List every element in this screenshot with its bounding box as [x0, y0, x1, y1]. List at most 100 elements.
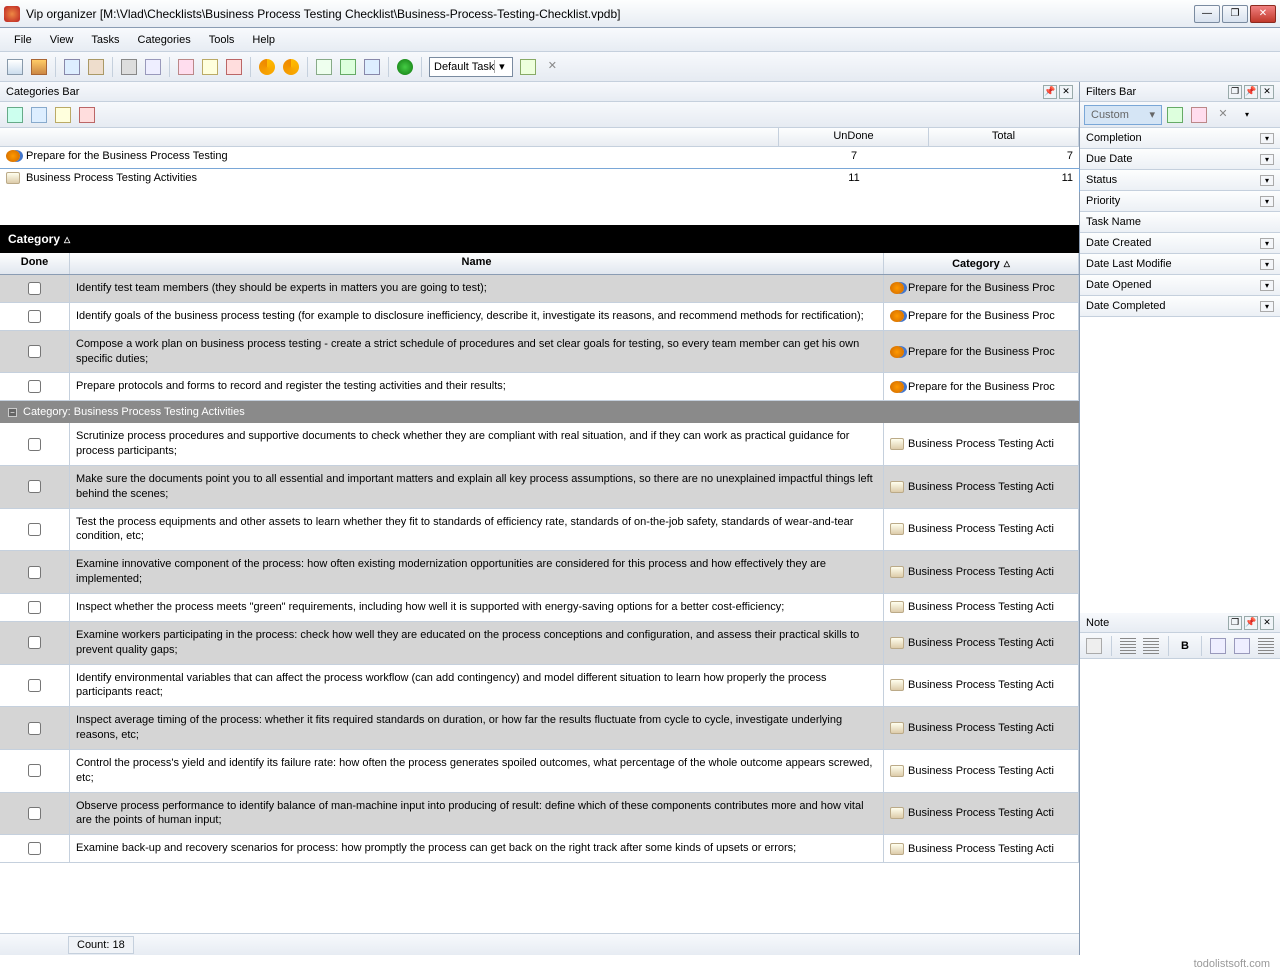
close-panel-icon[interactable]: ✕ — [1260, 616, 1274, 630]
done-checkbox[interactable] — [28, 310, 41, 323]
task-row[interactable]: Inspect whether the process meets "green… — [0, 594, 1079, 622]
clear-filter-icon[interactable] — [1188, 104, 1210, 126]
print-icon[interactable] — [118, 56, 140, 78]
indent-icon[interactable] — [1232, 635, 1253, 657]
remove-icon[interactable]: ✕ — [541, 56, 563, 78]
done-checkbox[interactable] — [28, 842, 41, 855]
done-checkbox[interactable] — [28, 282, 41, 295]
paste-icon[interactable] — [85, 56, 107, 78]
filter-item[interactable]: Status▾ — [1080, 170, 1280, 191]
th-done[interactable]: Done — [0, 253, 70, 274]
close-panel-icon[interactable]: ✕ — [1260, 85, 1274, 99]
category-row[interactable]: Prepare for the Business Process Testing… — [0, 147, 1079, 169]
close-panel-icon[interactable]: ✕ — [1059, 85, 1073, 99]
mail-icon[interactable] — [313, 56, 335, 78]
undo-icon[interactable] — [256, 56, 278, 78]
close-button[interactable]: ✕ — [1250, 5, 1276, 23]
delete-icon[interactable] — [223, 56, 245, 78]
copy-icon[interactable] — [61, 56, 83, 78]
menu-tools[interactable]: Tools — [201, 31, 243, 49]
align-center-icon[interactable] — [1141, 635, 1162, 657]
preview-icon[interactable] — [142, 56, 164, 78]
task-row[interactable]: Scrutinize process procedures and suppor… — [0, 423, 1079, 466]
cut-icon[interactable] — [175, 56, 197, 78]
task-row[interactable]: Observe process performance to identify … — [0, 793, 1079, 836]
done-checkbox[interactable] — [28, 438, 41, 451]
chevron-down-icon[interactable]: ▾ — [1260, 133, 1274, 144]
done-checkbox[interactable] — [28, 345, 41, 358]
task-row[interactable]: Inspect average timing of the process: w… — [0, 707, 1079, 750]
apply-filter-icon[interactable] — [1164, 104, 1186, 126]
task-row[interactable]: Identify goals of the business process t… — [0, 303, 1079, 331]
col-name[interactable] — [0, 128, 779, 146]
chevron-down-icon[interactable]: ▾ — [1260, 154, 1274, 165]
splitter[interactable] — [0, 185, 1079, 225]
note-body[interactable] — [1080, 659, 1280, 955]
done-checkbox[interactable] — [28, 679, 41, 692]
group-header[interactable]: Category △ — [0, 225, 1079, 253]
outdent-icon[interactable] — [1208, 635, 1229, 657]
chevron-down-icon[interactable]: ▾ — [1260, 280, 1274, 291]
task-row[interactable]: Identify environmental variables that ca… — [0, 665, 1079, 708]
filter-item[interactable]: Date Completed▾ — [1080, 296, 1280, 317]
redo-icon[interactable] — [280, 56, 302, 78]
new-icon[interactable] — [4, 56, 26, 78]
done-checkbox[interactable] — [28, 523, 41, 536]
task-row[interactable]: Identify test team members (they should … — [0, 275, 1079, 303]
done-checkbox[interactable] — [28, 807, 41, 820]
chevron-down-icon[interactable]: ▾ — [1260, 301, 1274, 312]
pin-icon[interactable]: 📌 — [1244, 85, 1258, 99]
edit-icon[interactable] — [199, 56, 221, 78]
filter-item[interactable]: Date Opened▾ — [1080, 275, 1280, 296]
task-row[interactable]: Prepare protocols and forms to record an… — [0, 373, 1079, 401]
task-row[interactable]: Examine innovative component of the proc… — [0, 551, 1079, 594]
done-checkbox[interactable] — [28, 764, 41, 777]
list-icon[interactable] — [1255, 635, 1276, 657]
task-row[interactable]: Control the process's yield and identify… — [0, 750, 1079, 793]
minimize-button[interactable]: — — [1194, 5, 1220, 23]
filter-item[interactable]: Priority▾ — [1080, 191, 1280, 212]
filter-item[interactable]: Date Last Modifie▾ — [1080, 254, 1280, 275]
attach-icon[interactable] — [1084, 635, 1105, 657]
menu-file[interactable]: File — [6, 31, 40, 49]
task-row[interactable]: Examine workers participating in the pro… — [0, 622, 1079, 665]
check-icon[interactable] — [337, 56, 359, 78]
th-category[interactable]: Category△ — [884, 253, 1079, 274]
menu-tasks[interactable]: Tasks — [83, 31, 127, 49]
th-name[interactable]: Name — [70, 253, 884, 274]
task-row[interactable]: Examine back-up and recovery scenarios f… — [0, 835, 1079, 863]
edit-category-icon[interactable] — [52, 104, 74, 126]
filter-item[interactable]: Due Date▾ — [1080, 149, 1280, 170]
chevron-down-icon[interactable]: ▾ — [1260, 259, 1274, 270]
restore-icon[interactable]: ❐ — [1228, 85, 1242, 99]
done-checkbox[interactable] — [28, 480, 41, 493]
bold-icon[interactable]: B — [1175, 635, 1196, 657]
more-icon[interactable]: ▾ — [1236, 104, 1258, 126]
open-icon[interactable] — [28, 56, 50, 78]
add-category-icon[interactable] — [4, 104, 26, 126]
maximize-button[interactable]: ❐ — [1222, 5, 1248, 23]
chevron-down-icon[interactable]: ▾ — [1260, 175, 1274, 186]
menu-view[interactable]: View — [42, 31, 82, 49]
align-left-icon[interactable] — [1118, 635, 1139, 657]
chevron-down-icon[interactable]: ▾ — [494, 60, 508, 73]
col-undone[interactable]: UnDone — [779, 128, 929, 146]
footer-link[interactable]: todolistsoft.com — [1194, 958, 1270, 970]
done-checkbox[interactable] — [28, 722, 41, 735]
done-checkbox[interactable] — [28, 636, 41, 649]
menu-categories[interactable]: Categories — [130, 31, 199, 49]
task-combo[interactable]: Default Task▾ — [429, 57, 513, 77]
filter-item[interactable]: Task Name — [1080, 212, 1280, 233]
menu-help[interactable]: Help — [244, 31, 283, 49]
delete-category-icon[interactable] — [76, 104, 98, 126]
pin-icon[interactable]: 📌 — [1043, 85, 1057, 99]
col-total[interactable]: Total — [929, 128, 1079, 146]
pin-icon[interactable]: 📌 — [1244, 616, 1258, 630]
task-row[interactable]: Compose a work plan on business process … — [0, 331, 1079, 374]
chevron-down-icon[interactable]: ▾ — [1149, 108, 1155, 121]
chevron-down-icon[interactable]: ▾ — [1260, 196, 1274, 207]
task-row[interactable]: Make sure the documents point you to all… — [0, 466, 1079, 509]
next-icon[interactable] — [361, 56, 383, 78]
done-checkbox[interactable] — [28, 380, 41, 393]
remove-filter-icon[interactable]: ✕ — [1212, 104, 1234, 126]
